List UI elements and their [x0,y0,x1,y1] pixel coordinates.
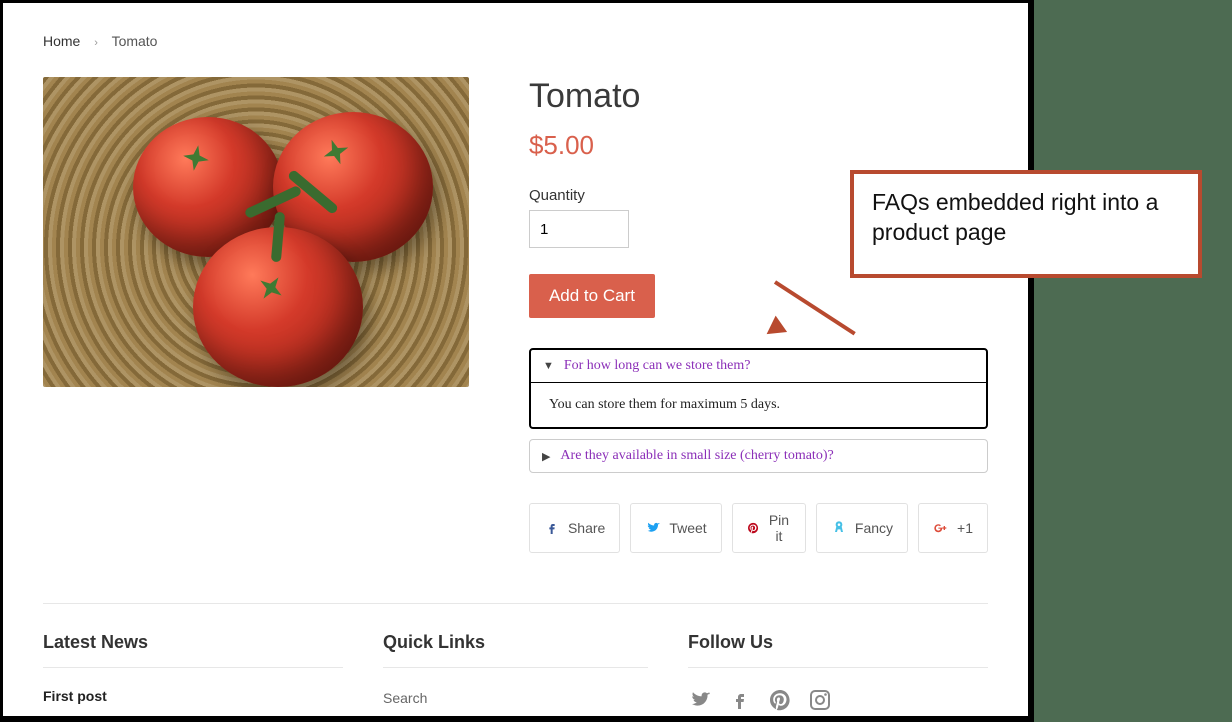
faq-answer-1: You can store them for maximum 5 days. [531,383,986,427]
faq-question-2[interactable]: ▶ Are they available in small size (cher… [529,439,988,473]
quantity-input[interactable] [529,210,629,248]
faq-question-2-text: Are they available in small size (cherry… [560,448,833,464]
twitter-icon [645,520,661,536]
googleplus-icon [933,520,949,536]
footer-follow-heading: Follow Us [688,632,988,668]
footer-news-title[interactable]: First post [43,688,343,704]
share-twitter-label: Tweet [669,520,706,536]
share-fancy-label: Fancy [855,520,893,536]
fancy-icon [831,520,847,536]
pinterest-icon [747,520,759,536]
breadcrumb-home[interactable]: Home [43,33,80,49]
share-pinterest-label: Pin it [767,512,791,544]
footer-link-about[interactable]: About us [383,715,648,722]
product-title: Tomato [529,77,988,116]
share-googleplus-button[interactable]: +1 [918,503,988,553]
chevron-right-icon: › [94,37,98,49]
share-googleplus-label: +1 [957,520,973,536]
breadcrumb-current: Tomato [112,33,158,49]
share-pinterest-button[interactable]: Pin it [732,503,806,553]
faq-question-1[interactable]: ▼ For how long can we store them? [531,350,986,383]
share-facebook-label: Share [568,520,605,536]
footer: Latest News First post This is your stor… [43,603,988,722]
product-image [43,77,469,387]
footer-news-heading: Latest News [43,632,343,668]
instagram-follow-icon[interactable] [808,688,832,712]
pinterest-follow-icon[interactable] [768,688,792,712]
annotation-text: FAQs embedded right into a product page [872,189,1158,245]
share-fancy-button[interactable]: Fancy [816,503,908,553]
faq-item-open: ▼ For how long can we store them? You ca… [529,348,988,429]
breadcrumb: Home › Tomato [43,33,988,49]
share-twitter-button[interactable]: Tweet [630,503,721,553]
footer-link-search[interactable]: Search [383,688,648,709]
product-price: $5.00 [529,130,988,161]
page-container: Home › Tomato Tomato [0,0,1034,722]
faq-question-1-text: For how long can we store them? [564,358,751,374]
twitter-follow-icon[interactable] [688,688,712,712]
share-row: Share Tweet Pin it Fancy [529,503,988,553]
share-facebook-button[interactable]: Share [529,503,620,553]
facebook-follow-icon[interactable] [728,688,752,712]
caret-down-icon: ▼ [543,360,554,372]
annotation-callout: FAQs embedded right into a product page [850,170,1202,278]
facebook-icon [544,520,560,536]
caret-right-icon: ▶ [542,450,550,463]
footer-links-heading: Quick Links [383,632,648,668]
footer-news-body: This is your store's blog. You can use i… [43,712,343,722]
add-to-cart-button[interactable]: Add to Cart [529,274,655,318]
